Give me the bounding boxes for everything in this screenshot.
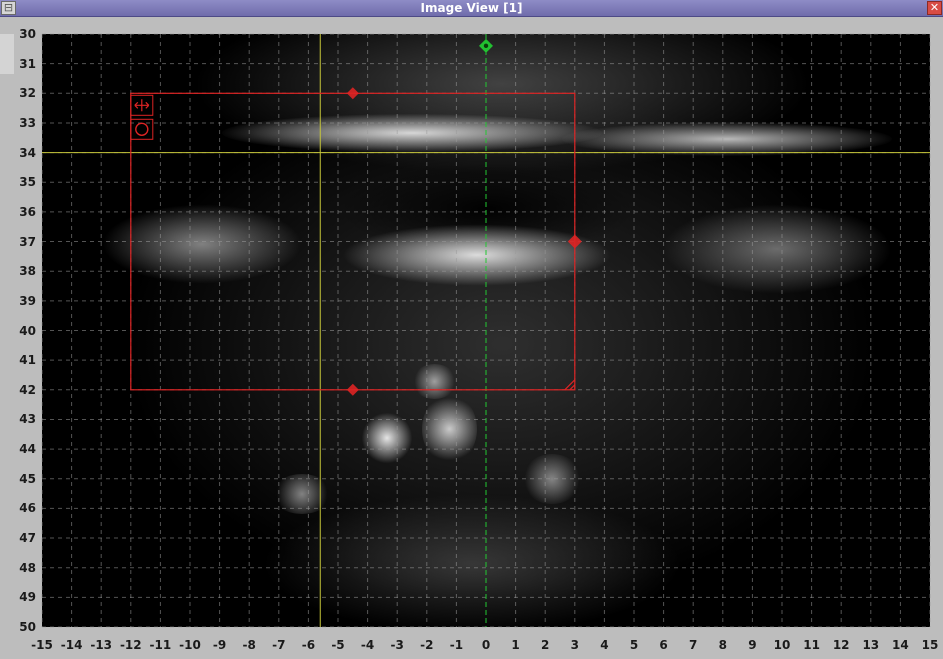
center-marker-icon[interactable] [479, 38, 493, 53]
roi-bottom-handle-icon [346, 383, 359, 396]
roi-top-handle-icon [346, 87, 359, 100]
center-dot-icon [483, 43, 489, 49]
overlay-layer [41, 33, 931, 628]
rotate-tool-frame [130, 118, 154, 140]
rotate-icon [135, 122, 149, 137]
roi-right-handle-icon [567, 234, 582, 249]
move-arrows-icon [134, 99, 150, 112]
roi-resize-icon [564, 379, 576, 391]
roi-tools[interactable] [130, 94, 154, 140]
